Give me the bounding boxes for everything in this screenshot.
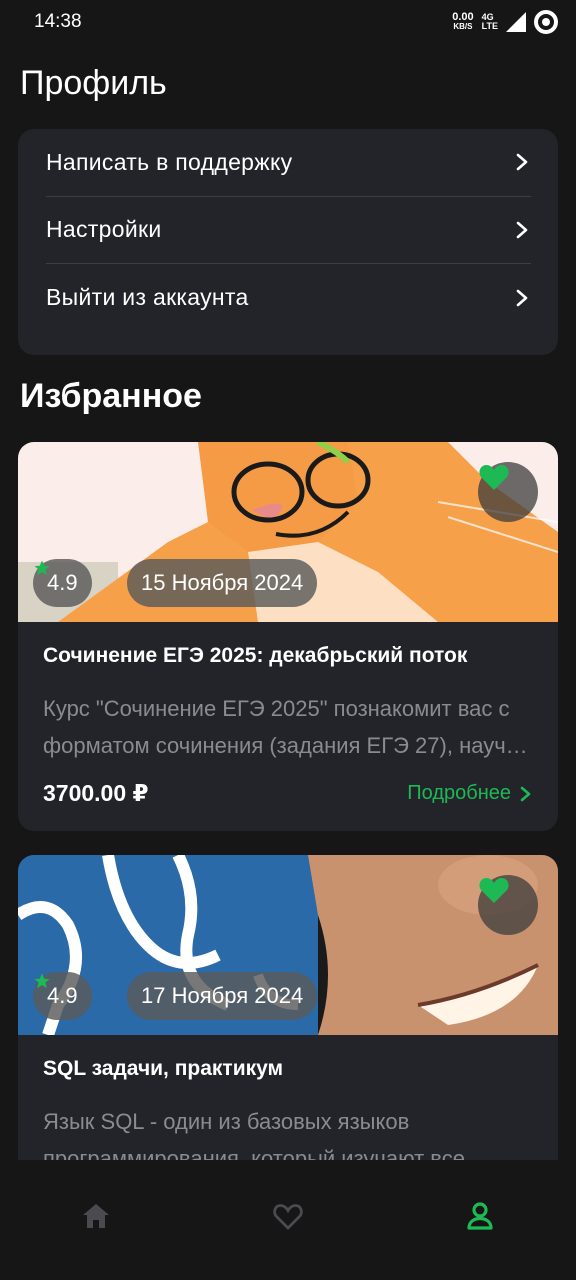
course-body: Сочинение ЕГЭ 2025: декабрьский поток Ку… <box>18 622 558 831</box>
course-description: Язык SQL - один из базовых языков програ… <box>43 1109 465 1160</box>
chevron-right-icon <box>516 289 528 307</box>
favorites-list[interactable]: 4.9 15 Ноября 2024 Сочинение ЕГЭ 2025: д… <box>18 442 558 1160</box>
course-footer: 3700.00 ₽ Подробнее <box>43 780 533 807</box>
favorite-button[interactable] <box>478 462 538 522</box>
page-title: Профиль <box>20 64 167 102</box>
menu-item-logout[interactable]: Выйти из аккаунта <box>46 264 531 332</box>
network-speed-unit: KB/S <box>453 22 473 31</box>
person-icon <box>467 1202 493 1230</box>
favorite-button[interactable] <box>478 875 538 935</box>
menu-item-settings[interactable]: Настройки <box>46 197 531 264</box>
details-label: Подробнее <box>407 782 511 804</box>
course-title: SQL задачи, практикум <box>43 1057 284 1080</box>
heart-filled-icon <box>479 465 509 490</box>
course-title: Сочинение ЕГЭ 2025: декабрьский поток <box>43 644 468 667</box>
section-title-favorites: Избранное <box>20 377 202 415</box>
rating-value: 4.9 <box>47 570 78 595</box>
rating-chip: 4.9 <box>33 972 92 1020</box>
course-body: SQL задачи, практикум Язык SQL - один из… <box>18 1035 558 1160</box>
chevron-right-icon <box>520 786 531 801</box>
profile-menu: Написать в поддержку Настройки Выйти из … <box>18 129 558 355</box>
rating-value: 4.9 <box>47 983 78 1008</box>
network-speed-value: 0.00 <box>452 11 474 23</box>
chevron-right-icon <box>516 153 528 171</box>
network-speed: 0.00 KB/S <box>452 11 474 32</box>
course-image: 4.9 15 Ноября 2024 <box>18 442 558 622</box>
course-card[interactable]: 4.9 17 Ноября 2024 SQL задачи, практикум… <box>18 855 558 1160</box>
details-link[interactable]: Подробнее <box>407 782 533 805</box>
bottom-nav <box>0 1160 576 1280</box>
menu-item-label: Настройки <box>46 216 162 243</box>
status-time: 14:38 <box>34 11 82 32</box>
menu-item-label: Написать в поддержку <box>46 148 293 175</box>
course-card[interactable]: 4.9 15 Ноября 2024 Сочинение ЕГЭ 2025: д… <box>18 442 558 831</box>
course-price: 3700.00 ₽ <box>43 780 149 806</box>
menu-item-label: Выйти из аккаунта <box>46 284 249 311</box>
status-bar: 14:38 0.00 KB/S 4G LTE <box>0 0 576 44</box>
record-icon <box>534 10 558 34</box>
status-icons: 0.00 KB/S 4G LTE <box>452 10 558 34</box>
network-type-bottom: LTE <box>481 21 498 31</box>
date-chip: 17 Ноября 2024 <box>127 972 318 1020</box>
heart-outline-icon <box>273 1204 303 1230</box>
star-icon <box>34 560 50 576</box>
date-value: 17 Ноября 2024 <box>141 983 304 1008</box>
home-icon <box>83 1204 109 1228</box>
menu-item-support[interactable]: Написать в поддержку <box>46 129 531 197</box>
rating-chip: 4.9 <box>33 559 92 607</box>
date-chip: 15 Ноября 2024 <box>127 559 318 607</box>
nav-item-profile[interactable] <box>430 1186 530 1246</box>
network-type: 4G LTE <box>482 13 498 31</box>
signal-icon <box>506 12 526 32</box>
nav-item-home[interactable] <box>46 1186 146 1246</box>
star-icon <box>34 973 50 989</box>
course-description: Курс "Сочинение ЕГЭ 2025" познакомит вас… <box>43 696 529 758</box>
course-image: 4.9 17 Ноября 2024 <box>18 855 558 1035</box>
chevron-right-icon <box>516 221 528 239</box>
date-value: 15 Ноября 2024 <box>141 570 304 595</box>
heart-filled-icon <box>479 878 509 903</box>
nav-item-favorites[interactable] <box>238 1186 338 1246</box>
